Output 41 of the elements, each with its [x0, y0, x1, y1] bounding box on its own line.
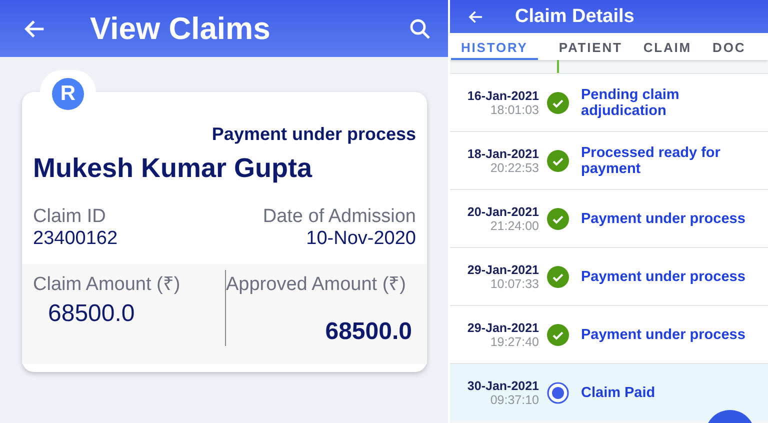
history-row[interactable]: 18-Jan-2021 20:22:53 Processed ready for payment — [450, 131, 768, 189]
history-time: 10:07:33 — [490, 276, 539, 290]
field-label: Claim Amount (₹) — [33, 273, 182, 296]
search-icon[interactable] — [408, 16, 432, 40]
screen-title: Claim Details — [515, 6, 634, 28]
history-row[interactable]: 16-Jan-2021 18:01:03 Pending claim adjudication — [450, 73, 768, 131]
field-label: Date of Admission — [262, 206, 416, 228]
history-time: 20:22:53 — [490, 160, 539, 174]
history-time: 18:01:03 — [490, 102, 539, 116]
history-event: Pending claim adjudication — [581, 86, 680, 118]
amount-value: 68500.0 — [325, 318, 412, 346]
history-date: 16-Jan-2021 — [467, 88, 539, 102]
history-date: 29-Jan-2021 — [467, 320, 539, 334]
tab[interactable]: PATIENT — [558, 33, 622, 60]
amount-value: 68500.0 — [48, 300, 136, 328]
history-event: Payment under process — [581, 326, 746, 342]
tab[interactable]: HISTORY — [451, 33, 538, 60]
history-time: 19:27:40 — [490, 334, 539, 348]
history-event: Payment under process — [581, 210, 746, 226]
history-date: 29-Jan-2021 — [467, 262, 539, 276]
history-date: 20-Jan-2021 — [467, 204, 539, 218]
history-row[interactable]: 29-Jan-2021 19:27:40 Payment under process — [450, 305, 768, 363]
field-value: 23400162 — [33, 228, 118, 250]
patient-name: Mukesh Kumar Gupta — [32, 152, 314, 184]
history-row[interactable]: 30-Jan-2021 09:37:10 Claim Paid — [450, 363, 768, 421]
history-date: 30-Jan-2021 — [467, 378, 539, 392]
screen-title: View Claims — [90, 10, 272, 46]
history-date: 18-Jan-2021 — [467, 146, 539, 160]
tab[interactable]: DOC — [712, 33, 746, 60]
field-value: 10-Nov-2020 — [306, 228, 416, 250]
claim-status: Payment under process — [210, 124, 417, 145]
history-time: 09:37:10 — [490, 392, 539, 406]
history-time: 21:24:00 — [490, 218, 539, 232]
history-event: Processed ready for payment — [581, 144, 722, 176]
tab[interactable]: CLAIM — [643, 33, 692, 60]
field-label: Approved Amount (₹) — [226, 273, 407, 296]
history-row[interactable]: 29-Jan-2021 10:07:33 Payment under process — [450, 247, 768, 305]
field-label: Claim ID — [33, 206, 106, 228]
history-row[interactable]: 20-Jan-2021 21:24:00 Payment under process — [450, 189, 768, 247]
history-event: Claim Paid — [581, 384, 656, 400]
history-event: Payment under process — [581, 268, 746, 284]
